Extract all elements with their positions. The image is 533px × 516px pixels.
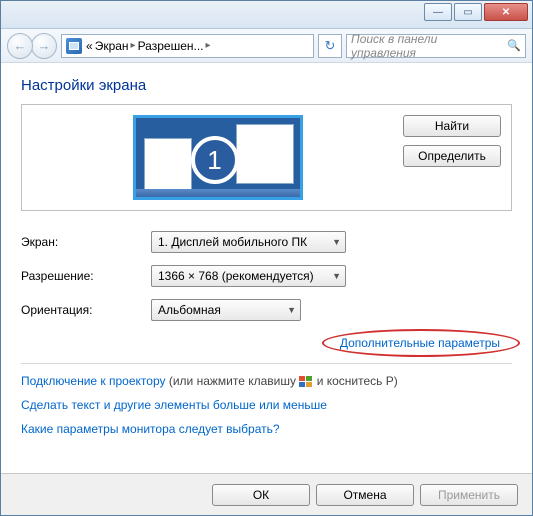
breadcrumb-item[interactable]: Экран: [95, 39, 129, 53]
ok-button[interactable]: ОК: [212, 484, 310, 506]
content-area: Настройки экрана 1 Найти Определить Экра…: [1, 63, 532, 473]
preview-left: 1: [32, 115, 403, 200]
settings-form: Экран: 1. Дисплей мобильного ПК ▼ Разреш…: [21, 231, 512, 321]
breadcrumb-sep-icon: ▸: [131, 40, 136, 51]
navigation-bar: ← → « Экран ▸ Разрешен... ▸ ↻ Поиск в па…: [1, 29, 532, 63]
chevron-down-icon: ▼: [326, 271, 341, 281]
breadcrumb-sep-icon: ▸: [206, 40, 211, 51]
back-icon: ←: [14, 38, 27, 53]
breadcrumb-prefix: «: [86, 39, 93, 53]
breadcrumb: « Экран ▸ Разрешен... ▸: [86, 39, 211, 53]
screen-row: Экран: 1. Дисплей мобильного ПК ▼: [21, 231, 512, 253]
resolution-label: Разрешение:: [21, 269, 151, 283]
preview-buttons: Найти Определить: [403, 115, 501, 167]
connect-projector-link[interactable]: Подключение к проектору: [21, 374, 166, 388]
maximize-button[interactable]: ▭: [454, 3, 482, 21]
refresh-icon: ↻: [325, 38, 336, 54]
chevron-down-icon: ▼: [281, 305, 296, 315]
orientation-row: Ориентация: Альбомная ▼: [21, 299, 512, 321]
monitor-number-badge: 1: [191, 136, 239, 184]
resolution-value: 1366 × 768 (рекомендуется): [158, 269, 314, 283]
forward-button[interactable]: →: [31, 33, 57, 59]
close-button[interactable]: ✕: [484, 3, 528, 21]
which-settings-row: Какие параметры монитора следует выбрать…: [21, 422, 512, 436]
page-heading: Настройки экрана: [21, 77, 512, 94]
orientation-select[interactable]: Альбомная ▼: [151, 299, 301, 321]
windows-key-icon: [299, 376, 313, 388]
breadcrumb-item[interactable]: Разрешен...: [138, 39, 204, 53]
advanced-link-row: Дополнительные параметры: [21, 333, 512, 353]
forward-icon: →: [38, 38, 51, 53]
preview-window-icon: [236, 124, 294, 184]
advanced-settings-link[interactable]: Дополнительные параметры: [328, 333, 512, 353]
monitor-preview[interactable]: 1: [133, 115, 303, 200]
resolution-row: Разрешение: 1366 × 768 (рекомендуется) ▼: [21, 265, 512, 287]
close-icon: ✕: [502, 7, 510, 18]
screen-select[interactable]: 1. Дисплей мобильного ПК ▼: [151, 231, 346, 253]
address-bar[interactable]: « Экран ▸ Разрешен... ▸: [61, 34, 314, 58]
screen-label: Экран:: [21, 235, 151, 249]
divider: [21, 363, 512, 364]
find-button[interactable]: Найти: [403, 115, 501, 137]
preview-taskbar-icon: [136, 189, 300, 197]
search-icon: 🔍: [507, 39, 521, 52]
nav-buttons: ← →: [7, 33, 57, 59]
display-preview-panel: 1 Найти Определить: [21, 104, 512, 211]
control-panel-icon: [66, 38, 82, 54]
text-size-row: Сделать текст и другие элементы больше и…: [21, 398, 512, 412]
dialog-footer: ОК Отмена Применить: [1, 473, 532, 515]
preview-window-icon: [144, 138, 192, 193]
minimize-icon: —: [433, 7, 443, 18]
resolution-select[interactable]: 1366 × 768 (рекомендуется) ▼: [151, 265, 346, 287]
chevron-down-icon: ▼: [326, 237, 341, 247]
screen-value: 1. Дисплей мобильного ПК: [158, 235, 307, 249]
maximize-icon: ▭: [463, 7, 472, 18]
text-size-link[interactable]: Сделать текст и другие элементы больше и…: [21, 398, 327, 412]
apply-button[interactable]: Применить: [420, 484, 518, 506]
search-placeholder: Поиск в панели управления: [351, 32, 503, 60]
cancel-button[interactable]: Отмена: [316, 484, 414, 506]
projector-row: Подключение к проектору (или нажмите кла…: [21, 374, 512, 388]
which-settings-link[interactable]: Какие параметры монитора следует выбрать…: [21, 422, 280, 436]
minimize-button[interactable]: —: [424, 3, 452, 21]
orientation-value: Альбомная: [158, 303, 221, 317]
orientation-label: Ориентация:: [21, 303, 151, 317]
identify-button[interactable]: Определить: [403, 145, 501, 167]
search-input[interactable]: Поиск в панели управления 🔍: [346, 34, 526, 58]
window-titlebar: — ▭ ✕: [1, 1, 532, 29]
refresh-button[interactable]: ↻: [318, 34, 342, 58]
back-button[interactable]: ←: [7, 33, 33, 59]
projector-hint: (или нажмите клавишу и коснитесь P): [169, 374, 398, 388]
